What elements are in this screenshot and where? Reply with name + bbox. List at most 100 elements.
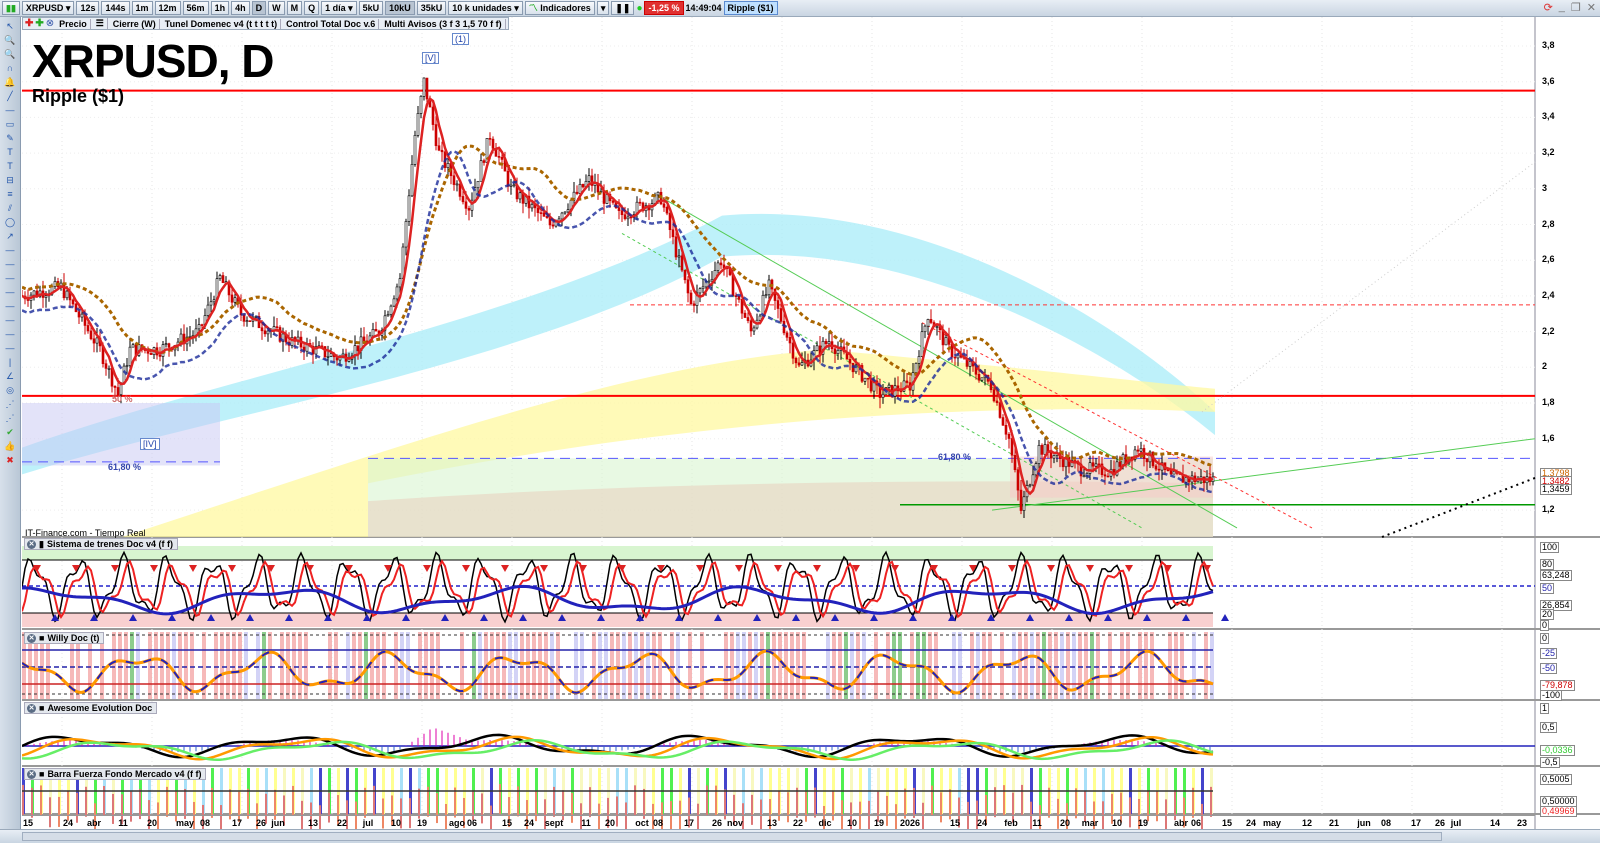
line-tool-icon[interactable]: —: [3, 273, 17, 283]
close-panel-icon[interactable]: ✕: [27, 539, 36, 549]
refresh-icon[interactable]: ⟳: [1544, 1, 1553, 14]
minimize-icon[interactable]: _: [1559, 1, 1565, 14]
line-tool-icon[interactable]: —: [3, 301, 17, 311]
rectangle-tool-icon[interactable]: ▭: [3, 119, 17, 129]
period-select[interactable]: 1 día ▾: [321, 1, 357, 15]
delete-tool-icon[interactable]: ✖: [3, 455, 17, 465]
indicators-button[interactable]: 〽 Indicadores: [524, 1, 595, 15]
line-tool-icon[interactable]: —: [3, 287, 17, 297]
overlay-precio[interactable]: Precio: [56, 18, 91, 29]
cursor-tool-icon[interactable]: ↖: [3, 21, 17, 31]
target-tool-icon[interactable]: ◎: [3, 385, 17, 395]
list-icon[interactable]: ☰: [93, 18, 108, 29]
unit-35ku[interactable]: 35kU: [416, 1, 447, 15]
strength-bar: [364, 787, 366, 818]
candle-body: [767, 279, 771, 296]
candle-body: [563, 211, 567, 214]
strength-bar: [814, 787, 816, 818]
overlay-control-total[interactable]: Control Total Doc v.6: [283, 18, 380, 29]
date-tick: jun: [1357, 818, 1371, 828]
chart-type-icon[interactable]: ▮▮: [2, 1, 20, 15]
timeframe-1h[interactable]: 1h: [210, 1, 230, 15]
overlay-cierre[interactable]: Cierre (W): [110, 18, 160, 29]
signal-bar: [970, 632, 974, 699]
angle-tool-icon[interactable]: ∠: [3, 371, 17, 381]
line-tool-icon[interactable]: |: [3, 357, 17, 367]
date-tick: 24: [523, 818, 535, 828]
instrument-badge: Ripple ($1): [723, 1, 778, 15]
magnet-tool-icon[interactable]: ∩: [3, 63, 17, 73]
symbol-select[interactable]: XRPUSD ▾: [21, 1, 75, 15]
channel-tool-icon[interactable]: ⫽: [3, 203, 17, 213]
restore-icon[interactable]: ❐: [1571, 1, 1581, 14]
timeframe-m[interactable]: M: [286, 1, 303, 15]
text-tool-icon[interactable]: T: [3, 147, 17, 157]
scroll-thumb[interactable]: [22, 832, 1442, 841]
ruler-tool-icon[interactable]: ⊟: [3, 175, 17, 185]
abc-tool-icon[interactable]: ⋰: [3, 413, 17, 423]
overlay-multi-avisos[interactable]: Multi Avisos (3 f 3 1,5 70 f f): [381, 18, 506, 29]
horizontal-scrollbar[interactable]: [0, 829, 1600, 843]
line-tool-icon[interactable]: —: [3, 315, 17, 325]
fibonacci-tool-icon[interactable]: ≡: [3, 189, 17, 199]
indicators-dropdown[interactable]: ▾: [596, 1, 610, 15]
candle-body: [422, 77, 426, 97]
panel-title: Willy Doc (t): [47, 633, 100, 643]
zoom-in-tool-icon[interactable]: 🔍: [3, 49, 17, 59]
pen-tool-icon[interactable]: ✎: [3, 133, 17, 143]
pause-button[interactable]: ❚❚: [611, 1, 635, 15]
unit-select[interactable]: 10 k unidades ▾: [448, 1, 523, 15]
panel-tick: -100: [1540, 690, 1563, 701]
horizontal-line-tool-icon[interactable]: —: [3, 105, 17, 115]
projection-line: [1381, 477, 1536, 538]
price-tick: 2,6: [1542, 254, 1555, 265]
check-tool-icon[interactable]: ✔: [3, 427, 17, 437]
panel-tick: 20: [1540, 609, 1555, 620]
line-tool-icon[interactable]: —: [3, 259, 17, 269]
unit-5ku[interactable]: 5kU: [358, 1, 384, 15]
timeframe-q[interactable]: Q: [304, 1, 320, 15]
timeframe-1m[interactable]: 1m: [131, 1, 153, 15]
ellipse-tool-icon[interactable]: ◯: [3, 217, 17, 227]
candle-body: [764, 294, 768, 297]
line-tool-icon[interactable]: —: [3, 245, 17, 255]
strength-bar: [31, 787, 33, 818]
zoom-tool-icon[interactable]: 🔍: [3, 35, 17, 45]
timeframe-56m[interactable]: 56m: [182, 1, 209, 15]
close-panel-icon[interactable]: ✕: [27, 633, 36, 643]
add-red-icon[interactable]: ✚: [25, 18, 33, 29]
date-tick: jun: [271, 818, 285, 828]
trendline-tool-icon[interactable]: ╱: [3, 91, 17, 101]
line-tool-icon[interactable]: —: [3, 343, 17, 353]
unit-10ku[interactable]: 10kU: [385, 1, 415, 15]
timeframe-12s[interactable]: 12s: [76, 1, 100, 15]
price-tick: 3,2: [1542, 147, 1555, 158]
close-icon[interactable]: ✕: [1587, 1, 1596, 14]
timeframe-144s[interactable]: 144s: [101, 1, 130, 15]
arrow-tool-icon[interactable]: ↗: [3, 231, 17, 241]
candle-body: [416, 113, 420, 136]
timeframe-12m[interactable]: 12m: [154, 1, 181, 15]
close-panel-icon[interactable]: ✕: [27, 703, 36, 713]
text-box-tool-icon[interactable]: T: [3, 161, 17, 171]
candle-body: [392, 298, 396, 307]
date-tick: 19: [1137, 818, 1149, 828]
thumbs-up-tool-icon[interactable]: 👍: [3, 441, 17, 451]
close-overlays-icon[interactable]: ⊗: [46, 18, 54, 29]
strength-bar: [1048, 787, 1050, 818]
line-tool-icon[interactable]: —: [3, 329, 17, 339]
candle-body: [398, 278, 402, 288]
overlay-tunel[interactable]: Tunel Domenec v4 (t t t t t): [162, 18, 282, 29]
elliott-tool-icon[interactable]: ⋰: [3, 399, 17, 409]
timeframe-4h[interactable]: 4h: [231, 1, 250, 15]
chart-canvas[interactable]: [22, 17, 1600, 829]
sell-arrow-icon: [228, 565, 236, 572]
timeframe-d[interactable]: D: [251, 1, 267, 15]
bell-tool-icon[interactable]: 🔔: [3, 77, 17, 87]
close-panel-icon[interactable]: ✕: [27, 769, 36, 779]
sell-arrow-icon: [150, 565, 158, 572]
candle-body: [491, 138, 495, 149]
add-green-icon[interactable]: ✚: [35, 18, 43, 29]
date-tick: jul: [1450, 818, 1462, 828]
timeframe-w[interactable]: W: [268, 1, 285, 15]
